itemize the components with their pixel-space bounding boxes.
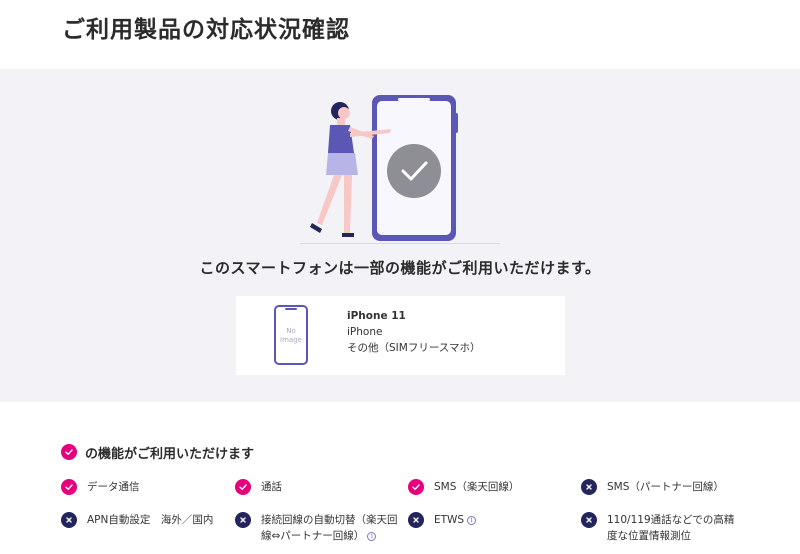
feature-item-voice: 通話 <box>235 479 405 495</box>
page-title: ご利用製品の対応状況確認 <box>62 17 350 43</box>
device-no-image-icon: No Image <box>274 305 308 365</box>
cross-icon <box>408 512 424 528</box>
check-icon <box>235 479 251 495</box>
check-icon <box>61 479 77 495</box>
feature-item-auto-switch: 接続回線の自動切替（楽天回線⇔パートナー回線） i <box>235 512 400 544</box>
info-icon[interactable]: i <box>467 515 477 525</box>
device-card: No Image iPhone 11 iPhone その他（SIMフリースマホ） <box>236 296 565 375</box>
feature-item-etws: ETWS i <box>408 512 578 528</box>
svg-text:Image: Image <box>280 336 302 344</box>
device-model: iPhone 11 <box>347 310 406 322</box>
feature-item-data: データ通信 <box>61 479 231 495</box>
compatibility-result-message: このスマートフォンは一部の機能がご利用いただけます。 <box>199 259 601 277</box>
feature-grid: データ通信 通話 SMS（楽天回線） SMS（パートナー回線） APN自動設定 … <box>61 479 781 554</box>
cross-icon <box>581 479 597 495</box>
check-icon <box>61 444 77 460</box>
svg-text:No: No <box>286 327 296 335</box>
result-panel: このスマートフォンは一部の機能がご利用いただけます。 No Image iPho… <box>0 69 800 402</box>
feature-item-location: 110/119通話などでの高精度な位置情報測位 <box>581 512 741 544</box>
phone-check-illustration <box>300 95 500 244</box>
feature-item-sms-rakuten: SMS（楽天回線） <box>408 479 578 495</box>
device-brand: iPhone <box>347 326 383 338</box>
cross-icon <box>61 512 77 528</box>
info-icon[interactable]: i <box>367 531 377 541</box>
device-carrier: その他（SIMフリースマホ） <box>347 342 481 354</box>
feature-list: の機能がご利用いただけます データ通信 通話 SMS（楽天回線） SMS（パート… <box>61 442 781 554</box>
cross-icon <box>235 512 251 528</box>
features-heading: の機能がご利用いただけます <box>61 442 781 462</box>
feature-item-apn: APN自動設定 海外／国内 <box>61 512 231 528</box>
cross-icon <box>581 512 597 528</box>
check-icon <box>408 479 424 495</box>
feature-item-sms-partner: SMS（パートナー回線） <box>581 479 751 495</box>
